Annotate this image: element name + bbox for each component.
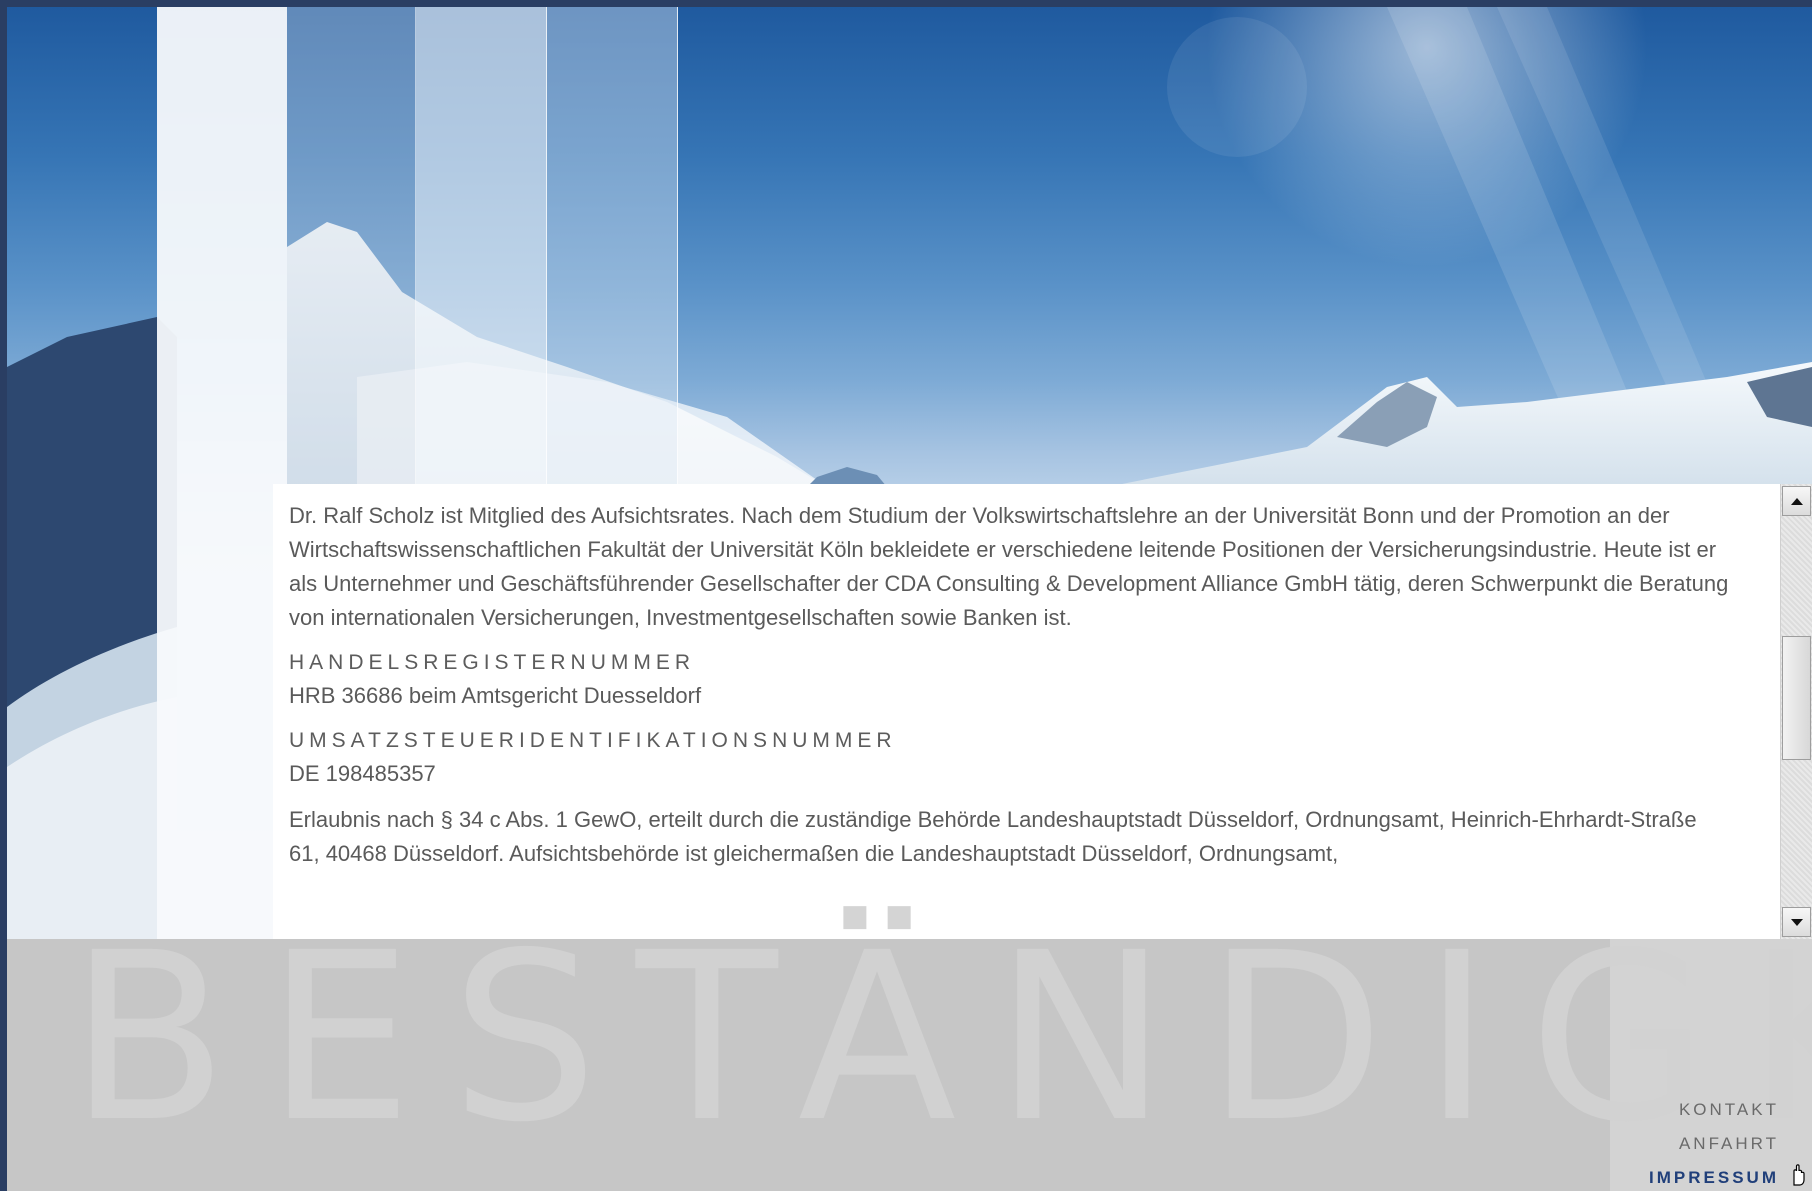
hand-pointer-icon xyxy=(1793,1164,1805,1186)
nav-link-kontakt[interactable]: KONTAKT xyxy=(1649,1093,1779,1127)
scroll-thumb[interactable] xyxy=(1782,636,1811,760)
register-number-value: HRB 36686 beim Amtsgericht Duesseldorf xyxy=(289,683,702,708)
scroll-up-button[interactable] xyxy=(1782,486,1811,516)
page-frame: Dr. Ralf Scholz ist Mitglied des Aufsich… xyxy=(7,7,1812,1191)
decorative-stripe xyxy=(157,7,287,939)
content-text-area: Dr. Ralf Scholz ist Mitglied des Aufsich… xyxy=(289,499,1729,883)
register-number-heading: HANDELSREGISTERNUMMER xyxy=(289,651,696,674)
footer-navigation: KONTAKT ANFAHRT IMPRESSUM xyxy=(1649,1093,1779,1191)
footer: BESTÄNDIGKEIT KONTAKT ANFAHRT IMPRESSUM xyxy=(7,922,1812,1191)
permit-paragraph: Erlaubnis nach § 34 c Abs. 1 GewO, ertei… xyxy=(289,807,1697,866)
nav-link-anfahrt[interactable]: ANFAHRT xyxy=(1649,1127,1779,1161)
footer-watermark: BESTÄNDIGKEIT xyxy=(69,903,1812,1173)
vat-id-heading: UMSATZSTEUERIDENTIFIKATIONSNUMMER xyxy=(289,729,897,752)
board-member-paragraph: Dr. Ralf Scholz ist Mitglied des Aufsich… xyxy=(289,503,1729,630)
nav-link-impressum[interactable]: IMPRESSUM xyxy=(1649,1161,1779,1191)
vat-id-value: DE 198485357 xyxy=(289,761,436,786)
impressum-content-panel[interactable]: Dr. Ralf Scholz ist Mitglied des Aufsich… xyxy=(273,484,1787,939)
triangle-up-icon xyxy=(1790,497,1803,505)
content-scrollbar[interactable] xyxy=(1780,484,1812,939)
